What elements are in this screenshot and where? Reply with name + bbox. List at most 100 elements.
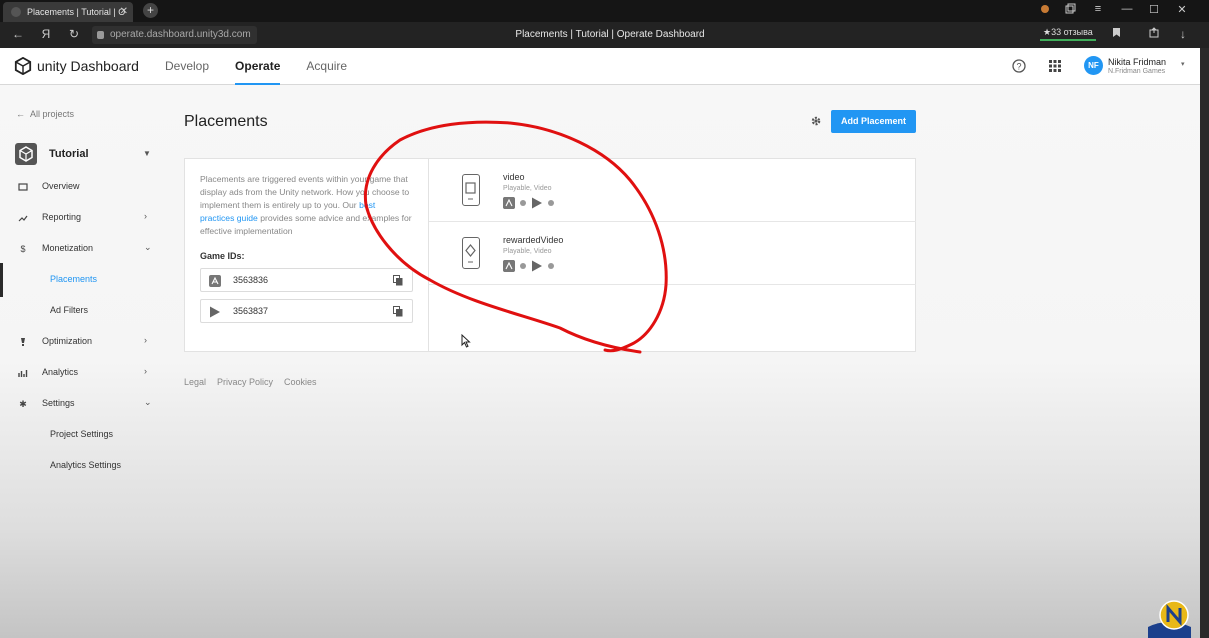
google-play-icon xyxy=(210,306,220,318)
settings-gear-icon[interactable] xyxy=(810,115,822,127)
reload-icon[interactable]: ↻ xyxy=(66,27,82,41)
user-avatar[interactable]: NF xyxy=(1084,56,1103,75)
status-dot xyxy=(548,263,554,269)
menu-icon[interactable]: ≡ xyxy=(1088,3,1108,15)
placement-types: Playable, Video xyxy=(503,248,552,255)
maximize-button[interactable]: ☐ xyxy=(1144,3,1164,16)
chevron-right-icon: › xyxy=(144,211,147,221)
page-title: Placements xyxy=(184,113,268,130)
placement-row[interactable]: video Playable, Video xyxy=(429,159,916,222)
chevron-down-icon: ⌄ xyxy=(144,397,152,407)
user-org: N.Fridman Games xyxy=(1108,68,1166,75)
placement-row[interactable]: rewardedVideo Playable, Video xyxy=(429,222,916,285)
footer-links: Legal Privacy Policy Cookies xyxy=(184,377,317,387)
placement-types: Playable, Video xyxy=(503,185,552,192)
placement-platforms xyxy=(503,260,554,272)
dashboard-header: unity Dashboard Develop Operate Acquire … xyxy=(0,48,1200,85)
tab-close-icon[interactable]: ✕ xyxy=(120,2,128,22)
sidebar-item-placements[interactable]: Placements xyxy=(0,270,165,290)
google-play-icon xyxy=(532,197,542,209)
sidebar-item-monetization[interactable]: $ Monetization ⌄ xyxy=(0,239,165,259)
project-caret-icon[interactable]: ▼ xyxy=(143,149,151,158)
sidebar-item-label: Project Settings xyxy=(50,429,114,439)
project-unity-icon[interactable] xyxy=(15,143,37,165)
bookmark-icon[interactable] xyxy=(1108,27,1124,41)
page-body: ← All projects Tutorial ▼ Overview Repor… xyxy=(0,85,1200,638)
sidebar-item-analytics-settings[interactable]: Analytics Settings xyxy=(0,456,165,476)
sidebar-item-overview[interactable]: Overview xyxy=(0,177,165,197)
footer-legal-link[interactable]: Legal xyxy=(184,377,206,387)
unity-logo[interactable]: unity Dashboard xyxy=(14,56,139,76)
analytics-icon xyxy=(18,368,28,378)
status-dot xyxy=(548,200,554,206)
sidebar-item-project-settings[interactable]: Project Settings xyxy=(0,425,165,445)
window-edge xyxy=(1200,48,1209,638)
share-icon[interactable] xyxy=(1146,27,1162,42)
status-dot xyxy=(520,200,526,206)
sidebar-item-analytics[interactable]: Analytics › xyxy=(0,363,165,383)
sidebar-item-optimization[interactable]: Optimization › xyxy=(0,332,165,352)
reviews-badge[interactable]: ★33 отзыва xyxy=(1040,27,1096,41)
download-icon[interactable]: ↓ xyxy=(1175,27,1191,41)
user-name[interactable]: Nikita Fridman xyxy=(1108,57,1166,67)
unity-logo-icon xyxy=(14,57,32,75)
footer-cookies-link[interactable]: Cookies xyxy=(284,377,317,387)
address-bar: ← Я ↻ operate.dashboard.unity3d.com Plac… xyxy=(0,22,1209,48)
project-name[interactable]: Tutorial xyxy=(49,148,89,160)
browser-tab-strip: Placements | Tutorial | O ✕ + ≡ — ☐ ✕ xyxy=(0,0,1209,22)
gear-icon: ✱ xyxy=(19,399,27,409)
trend-icon xyxy=(18,213,28,223)
user-menu-caret-icon[interactable]: ▾ xyxy=(1181,60,1185,68)
placement-name: rewardedVideo xyxy=(503,235,564,245)
all-projects-link[interactable]: ← All projects xyxy=(16,109,74,119)
sidebar-item-label: Placements xyxy=(50,274,98,284)
game-id-google: 3563837 xyxy=(200,299,413,323)
tab-favicon-icon xyxy=(11,7,21,17)
placements-card: Placements are triggered events within y… xyxy=(184,158,916,352)
back-icon[interactable]: ← xyxy=(10,27,26,41)
browser-tab[interactable]: Placements | Tutorial | O ✕ xyxy=(3,2,133,22)
logo-text: unity Dashboard xyxy=(37,58,139,74)
lock-icon xyxy=(97,31,104,39)
sidebar-item-label: Overview xyxy=(42,181,80,191)
nav-operate[interactable]: Operate xyxy=(235,48,281,85)
copy-icon[interactable] xyxy=(393,275,403,286)
yandex-icon[interactable]: Я xyxy=(38,27,54,41)
placement-platforms xyxy=(503,197,554,209)
chevron-down-icon: ⌄ xyxy=(144,242,152,252)
url-field[interactable]: operate.dashboard.unity3d.com xyxy=(92,26,257,44)
close-window-button[interactable]: ✕ xyxy=(1172,3,1192,16)
minimize-button[interactable]: — xyxy=(1117,3,1137,15)
tab-title: Placements | Tutorial | O xyxy=(27,7,126,17)
sidebar-item-label: Monetization xyxy=(42,243,94,253)
placements-description: Placements are triggered events within y… xyxy=(200,173,412,238)
sidebar-item-label: Analytics xyxy=(42,367,79,377)
collections-icon[interactable] xyxy=(1060,3,1080,18)
sidebar-item-label: Reporting xyxy=(42,212,82,222)
game-id-value: 3563836 xyxy=(233,275,269,285)
channel-logo-icon xyxy=(1148,600,1191,638)
sidebar-item-settings[interactable]: ✱ Settings ⌄ xyxy=(0,394,165,414)
footer-privacy-link[interactable]: Privacy Policy xyxy=(217,377,273,387)
chevron-right-icon: › xyxy=(144,366,147,376)
nav-acquire[interactable]: Acquire xyxy=(306,48,347,85)
sidebar-item-ad-filters[interactable]: Ad Filters xyxy=(0,301,165,321)
copy-icon[interactable] xyxy=(393,306,403,317)
sidebar-item-reporting[interactable]: Reporting › xyxy=(0,208,165,228)
apple-store-icon xyxy=(503,197,515,209)
bulb-icon xyxy=(18,337,28,347)
new-tab-button[interactable]: + xyxy=(143,3,158,18)
apple-store-icon xyxy=(209,275,221,287)
apps-grid-icon[interactable] xyxy=(1048,59,1062,73)
sidebar-item-label: Ad Filters xyxy=(50,305,89,315)
chevron-right-icon: › xyxy=(144,335,147,345)
nav-develop[interactable]: Develop xyxy=(165,48,209,85)
extension-icon[interactable] xyxy=(1035,3,1055,18)
phone-video-icon xyxy=(462,174,480,206)
help-icon[interactable]: ? xyxy=(1012,59,1026,73)
description-text: Placements are triggered events within y… xyxy=(200,174,410,210)
dollar-icon: $ xyxy=(20,244,26,254)
add-placement-button[interactable]: Add Placement xyxy=(831,110,916,133)
top-nav: Develop Operate Acquire xyxy=(165,48,347,85)
game-id-apple: 3563836 xyxy=(200,268,413,292)
